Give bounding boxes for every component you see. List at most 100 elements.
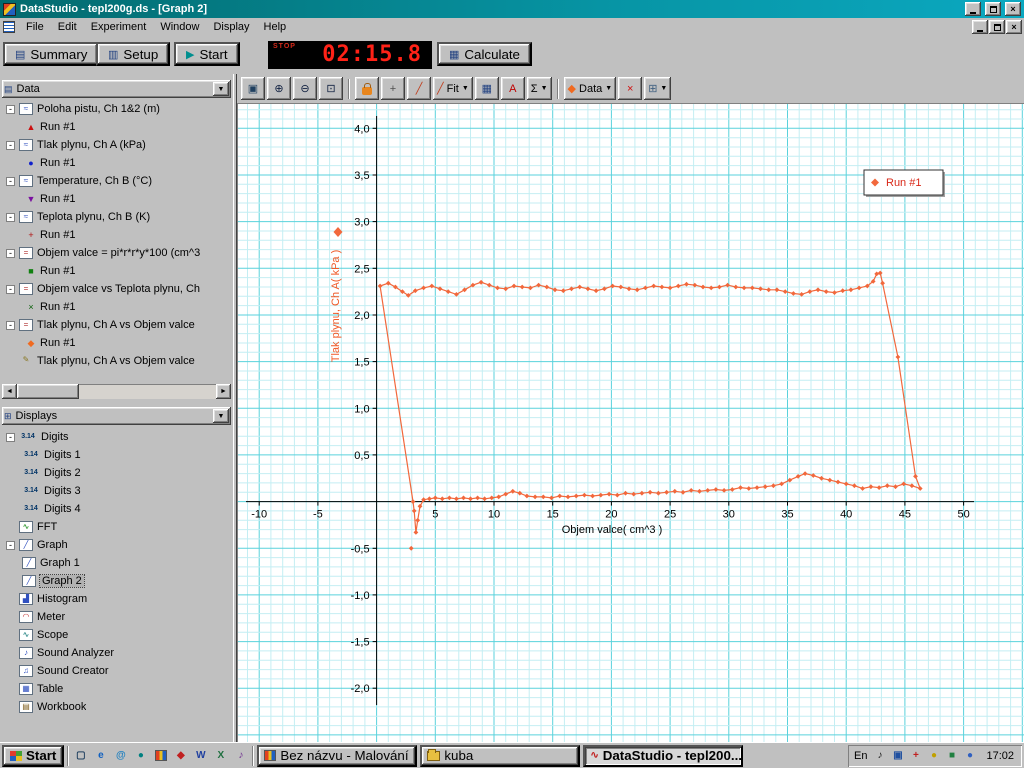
close-button[interactable]: × bbox=[1005, 2, 1021, 16]
run-item[interactable]: ● Run #1 bbox=[2, 154, 231, 172]
displays-panel-menu-button[interactable]: ▼ bbox=[213, 409, 229, 423]
internet-explorer-icon[interactable]: e bbox=[92, 747, 109, 764]
scale-to-fit-button[interactable]: ▣ bbox=[241, 77, 265, 100]
zoom-out-button[interactable]: ⊖ bbox=[293, 77, 317, 100]
display-item-workbook[interactable]: ▤ Workbook bbox=[2, 698, 231, 716]
display-item-graph-2[interactable]: ╱ Graph 2 bbox=[2, 572, 231, 590]
minimize-button[interactable] bbox=[965, 2, 981, 16]
slope-tool-button[interactable]: ╱ bbox=[407, 77, 431, 100]
collapse-icon[interactable]: - bbox=[6, 140, 15, 150]
chart-legend[interactable]: Run #1 bbox=[863, 169, 945, 197]
collapse-icon[interactable]: - bbox=[6, 176, 15, 186]
data-item-7[interactable]: - = Tlak plynu, Ch A vs Objem valce bbox=[2, 316, 231, 334]
acrobat-icon[interactable]: ◆ bbox=[172, 747, 189, 764]
collapse-icon[interactable]: - bbox=[6, 320, 15, 330]
run-item[interactable]: ■ Run #1 bbox=[2, 262, 231, 280]
zoom-in-button[interactable]: ⊕ bbox=[267, 77, 291, 100]
data-item-5[interactable]: - = Objem valce = pi*r*r*y*100 (cm^3 bbox=[2, 244, 231, 262]
collapse-icon[interactable]: - bbox=[6, 212, 15, 222]
display-icon[interactable]: ▣ bbox=[890, 748, 905, 763]
task-button-datastudio-tepl200-[interactable]: ∿ DataStudio - tepl200... bbox=[583, 744, 744, 767]
display-item-digits-3[interactable]: 3.14 Digits 3 bbox=[2, 482, 231, 500]
data-item-8[interactable]: ✎ Tlak plynu, Ch A vs Objem valce bbox=[2, 352, 231, 370]
graph-settings-button[interactable]: ⊞ ▼ bbox=[644, 77, 672, 100]
menu-display[interactable]: Display bbox=[206, 20, 256, 34]
display-item-sound-creator[interactable]: ♫ Sound Creator bbox=[2, 662, 231, 680]
keyboard-layout-indicator[interactable]: En bbox=[854, 750, 867, 762]
volume-icon[interactable]: ♪ bbox=[872, 748, 887, 763]
task-button-kuba[interactable]: kuba bbox=[420, 744, 581, 767]
data-panel-menu-button[interactable]: ▼ bbox=[213, 82, 229, 96]
display-item-digits-1[interactable]: 3.14 Digits 1 bbox=[2, 446, 231, 464]
display-item-digits[interactable]: -3.14 Digits bbox=[2, 428, 231, 446]
calculator-tool-button[interactable]: ▦ bbox=[474, 77, 499, 100]
run-item[interactable]: × Run #1 bbox=[2, 298, 231, 316]
display-item-fft[interactable]: ∿ FFT bbox=[2, 518, 231, 536]
network-icon[interactable]: ■ bbox=[944, 748, 959, 763]
restore-button[interactable] bbox=[985, 2, 1001, 16]
task-button-bez-n-zvu-malov-n-[interactable]: Bez názvu - Malování bbox=[257, 744, 418, 767]
collapse-icon[interactable]: - bbox=[6, 540, 15, 550]
data-item-6[interactable]: - = Objem valce vs Teplota plynu, Ch bbox=[2, 280, 231, 298]
display-item-histogram[interactable]: ▟ Histogram bbox=[2, 590, 231, 608]
run-item[interactable]: ▼ Run #1 bbox=[2, 190, 231, 208]
mdi-restore-button[interactable] bbox=[989, 20, 1005, 34]
data-item-3[interactable]: - ≈ Temperature, Ch B (°C) bbox=[2, 172, 231, 190]
menu-edit[interactable]: Edit bbox=[51, 20, 84, 34]
start-button[interactable]: ▶ Start bbox=[174, 42, 240, 66]
delete-button[interactable]: × bbox=[618, 77, 643, 100]
run-item[interactable]: + Run #1 bbox=[2, 226, 231, 244]
display-item-graph-1[interactable]: ╱ Graph 1 bbox=[2, 554, 231, 572]
paint-icon[interactable] bbox=[152, 747, 169, 764]
antivirus-icon[interactable]: + bbox=[908, 748, 923, 763]
display-item-table[interactable]: ▦ Table bbox=[2, 680, 231, 698]
data-item-1[interactable]: - ≈ Poloha pistu, Ch 1&2 (m) bbox=[2, 100, 231, 118]
zoom-select-button[interactable]: ⊡ bbox=[319, 77, 343, 100]
excel-icon[interactable]: X bbox=[212, 747, 229, 764]
display-item-digits-4[interactable]: 3.14 Digits 4 bbox=[2, 500, 231, 518]
display-item-scope[interactable]: ∿ Scope bbox=[2, 626, 231, 644]
collapse-icon[interactable]: - bbox=[6, 284, 15, 294]
scrollbar-thumb[interactable] bbox=[17, 384, 79, 399]
graph-panel[interactable]: -10 -5 5 10 15 20 25 30 35 40 45 50 4,0 3,5 3,0 2,5 2,0 1… bbox=[237, 103, 1024, 745]
word-icon[interactable]: W bbox=[192, 747, 209, 764]
x-axis-title[interactable]: Objem valce( cm^3 ) bbox=[562, 524, 663, 536]
display-item-digits-2[interactable]: 3.14 Digits 2 bbox=[2, 464, 231, 482]
data-align-button[interactable] bbox=[355, 77, 379, 100]
scheduler-icon[interactable]: ● bbox=[926, 748, 941, 763]
display-item-meter[interactable]: ◠ Meter bbox=[2, 608, 231, 626]
update-icon[interactable]: ● bbox=[962, 748, 977, 763]
statistics-button[interactable]: Σ ▼ bbox=[526, 77, 552, 100]
media-icon[interactable]: ♪ bbox=[232, 747, 249, 764]
data-item-2[interactable]: - ≈ Tlak plynu, Ch A (kPa) bbox=[2, 136, 231, 154]
graph-window-icon[interactable] bbox=[3, 21, 15, 33]
horizontal-scrollbar[interactable]: ◄ ► bbox=[2, 384, 231, 399]
menu-file[interactable]: File bbox=[19, 20, 51, 34]
collapse-icon[interactable]: - bbox=[6, 432, 15, 442]
fit-button[interactable]: ╱ Fit ▼ bbox=[433, 77, 473, 100]
mdi-minimize-button[interactable] bbox=[972, 20, 988, 34]
scroll-left-button[interactable]: ◄ bbox=[2, 384, 17, 399]
run-item[interactable]: ▲ Run #1 bbox=[2, 118, 231, 136]
menu-help[interactable]: Help bbox=[257, 20, 294, 34]
scroll-right-button[interactable]: ► bbox=[216, 384, 231, 399]
show-desktop-icon[interactable]: ▢ bbox=[72, 747, 89, 764]
annotate-button[interactable]: A bbox=[500, 77, 525, 100]
summary-button[interactable]: ▤ Summary bbox=[3, 42, 100, 66]
display-item-graph[interactable]: - ╱ Graph bbox=[2, 536, 231, 554]
setup-button[interactable]: ▥ Setup bbox=[96, 42, 171, 66]
data-item-4[interactable]: - ≈ Teplota plynu, Ch B (K) bbox=[2, 208, 231, 226]
data-menu-button[interactable]: ◆ Data ▼ bbox=[563, 77, 617, 100]
outlook-icon[interactable]: @ bbox=[112, 747, 129, 764]
start-menu-button[interactable]: Start bbox=[2, 744, 65, 767]
smart-tool-button[interactable]: + bbox=[381, 77, 405, 100]
y-axis-title[interactable]: Tlak plynu, Ch A( kPa ) bbox=[330, 250, 342, 363]
menu-window[interactable]: Window bbox=[153, 20, 206, 34]
run-item[interactable]: ◆ Run #1 bbox=[2, 334, 231, 352]
menu-experiment[interactable]: Experiment bbox=[84, 20, 154, 34]
display-item-sound-analyzer[interactable]: ♪ Sound Analyzer bbox=[2, 644, 231, 662]
mdi-close-button[interactable]: × bbox=[1006, 20, 1022, 34]
calculate-button[interactable]: ▦ Calculate bbox=[437, 42, 532, 66]
channels-icon[interactable]: ● bbox=[132, 747, 149, 764]
collapse-icon[interactable]: - bbox=[6, 104, 15, 114]
